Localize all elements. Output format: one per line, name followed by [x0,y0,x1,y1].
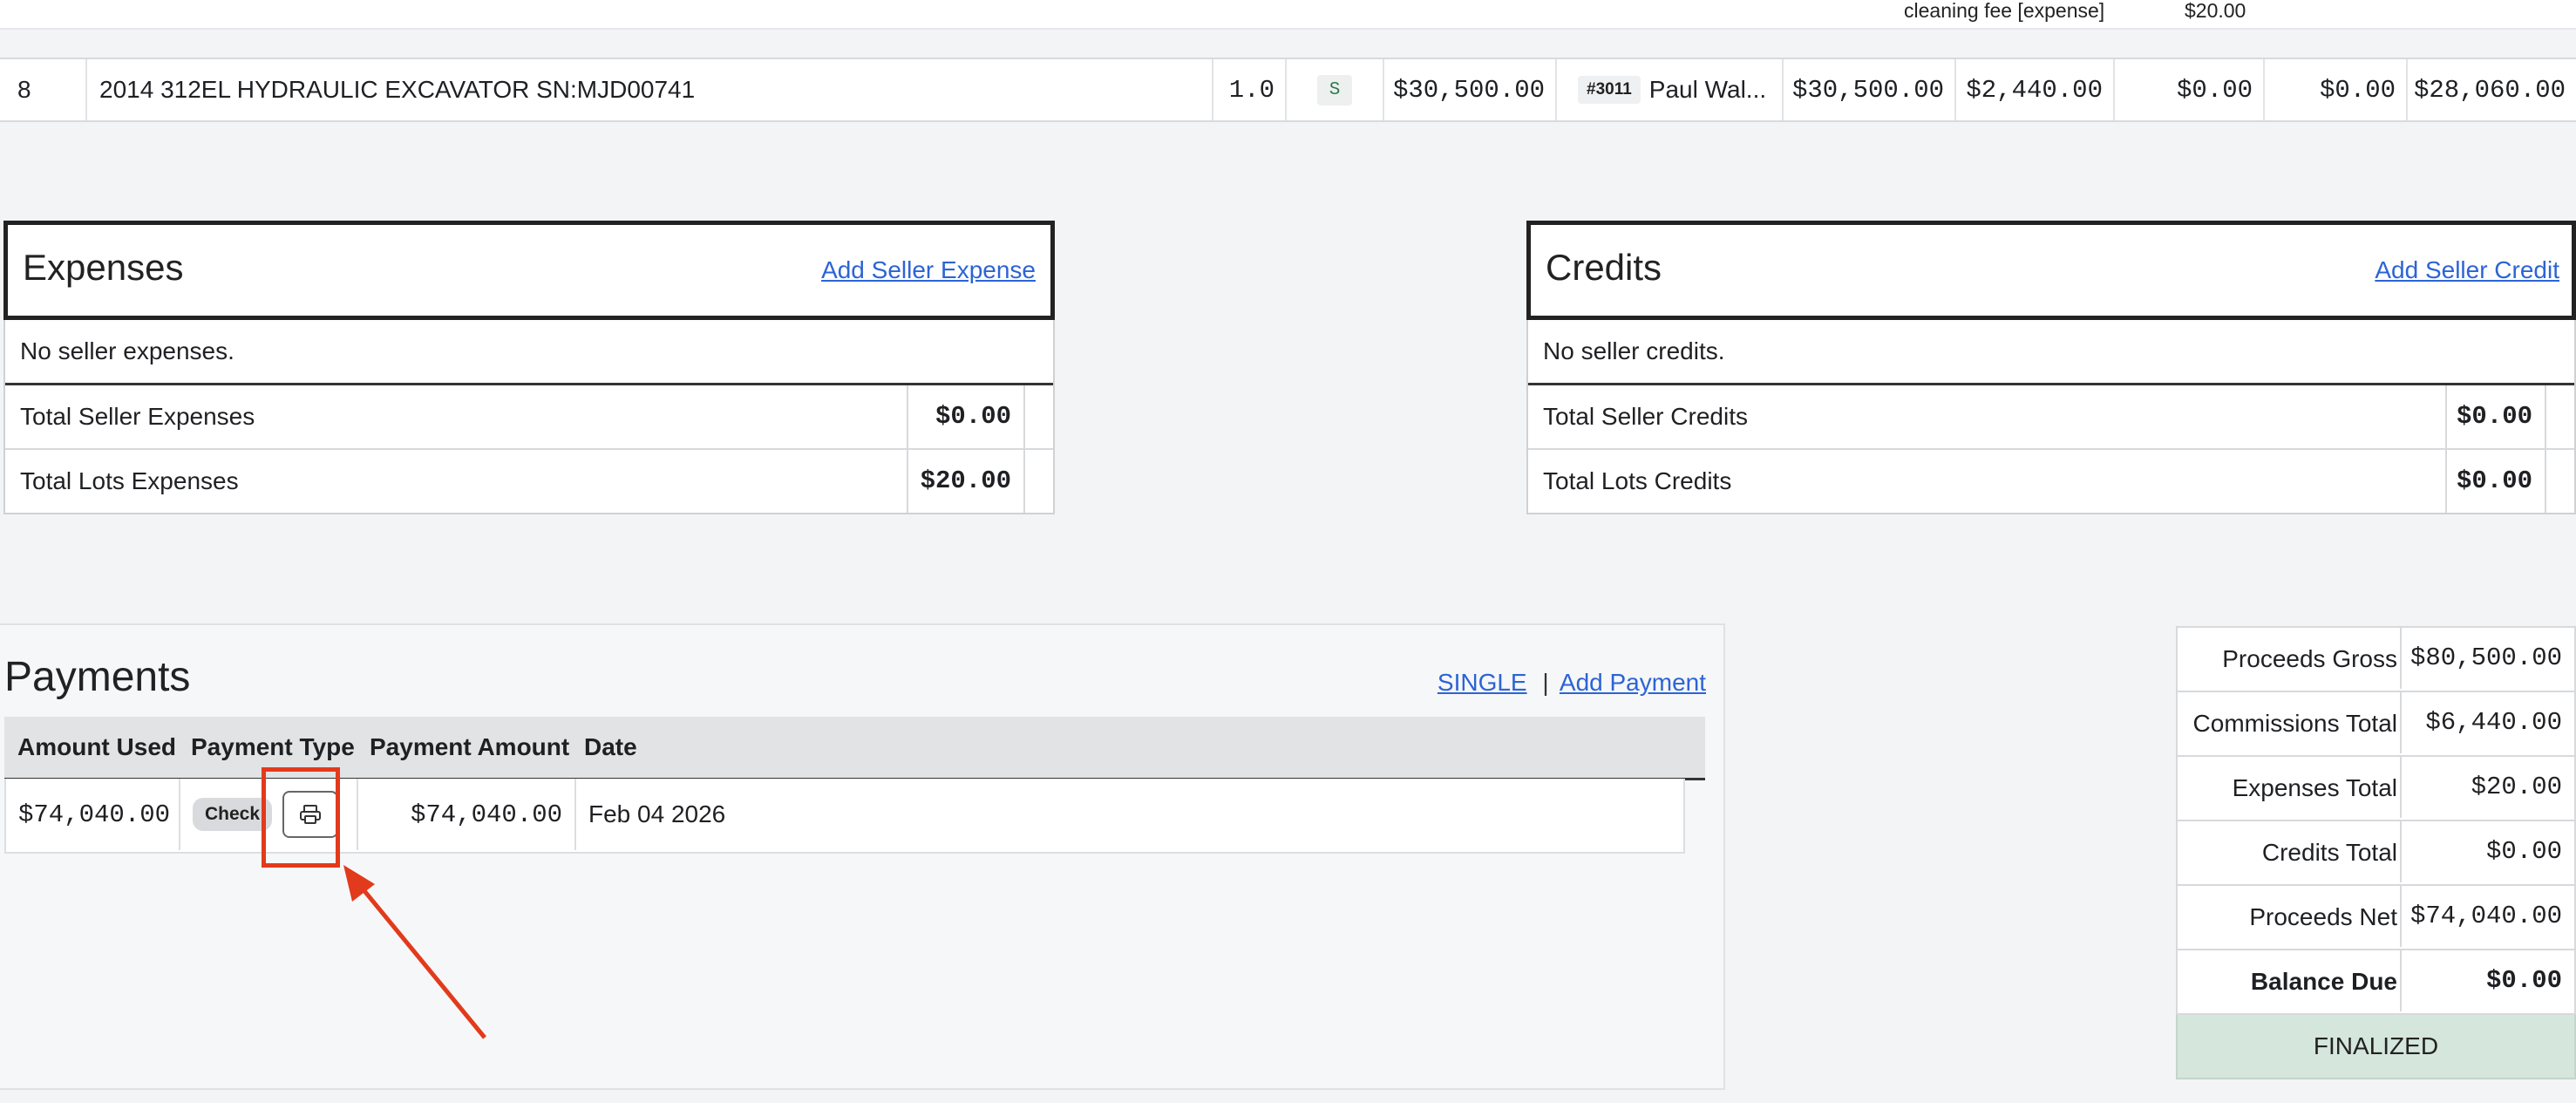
expense-line-label: cleaning fee [expense] [1904,0,2105,22]
expense-line-amount: $20.00 [2185,0,2246,22]
summary-value: $0.00 [2400,950,2574,1011]
expenses-header: Expenses Add Seller Expense [3,221,1055,320]
table-row[interactable]: 8 2014 312EL HYDRAULIC EXCAVATOR SN:MJD0… [0,58,2576,122]
total-seller-expenses-row: Total Seller Expenses $0.00 [5,385,1053,450]
col-date: Date [584,733,637,760]
total-seller-credits-label: Total Seller Credits [1543,403,1748,430]
buyer-number: #3011 [1578,76,1641,104]
payments-panel: Payments SINGLE | Add Payment Amount Use… [0,623,1725,1090]
row-spacer [2545,450,2576,513]
payments-table-header: Amount Used Payment Type Payment Amount … [4,717,1705,780]
expenses-panel: Expenses Add Seller Expense No seller ex… [3,221,1055,514]
summary-row-proceeds-net: Proceeds Net $74,040.00 [2176,886,2576,950]
credits-body: No seller credits. Total Seller Credits … [1526,320,2576,514]
lot-gross: $30,500.00 [1784,59,1956,120]
lot-detail-row-partial: cleaning fee [expense] $20.00 [0,0,2576,30]
total-lots-credits-label: Total Lots Credits [1543,467,1732,494]
total-seller-expenses-value: $0.00 [907,385,1023,448]
summary-label: Expenses Total [2232,774,2397,801]
settlement-summary: Proceeds Gross $80,500.00 Commissions To… [2176,626,2576,1079]
expenses-body: No seller expenses. Total Seller Expense… [3,320,1055,514]
summary-label: Proceeds Net [2249,903,2397,930]
expenses-empty-row: No seller expenses. [5,320,1053,385]
summary-row-commissions: Commissions Total $6,440.00 [2176,692,2576,757]
credits-title: Credits [1546,247,1662,288]
summary-value: $74,040.00 [2400,886,2574,947]
lot-commission: $2,440.00 [1956,59,2115,120]
payments-title: Payments [4,654,191,700]
row-spacer [1023,385,1055,448]
buyer-name: Paul Wal... [1648,76,1767,103]
payments-actions: SINGLE | Add Payment [1438,669,1706,697]
finalized-status-badge: FINALIZED [2176,1015,2576,1079]
col-payment-amount: Payment Amount [370,733,570,760]
lot-number: 8 [0,59,87,120]
lot-net: $28,060.00 [2413,75,2566,105]
summary-value: $80,500.00 [2400,628,2574,689]
credits-header: Credits Add Seller Credit [1526,221,2576,320]
annotation-highlight-box [262,767,340,868]
summary-label: Commissions Total [2192,710,2397,737]
annotation-arrow-icon [343,865,486,1039]
payment-type-badge: Check [193,798,273,831]
single-link[interactable]: SINGLE [1438,669,1527,696]
lot-credits: $0.00 [2265,59,2408,120]
payment-amount: $74,040.00 [358,779,576,850]
total-lots-expenses-label: Total Lots Expenses [20,467,239,494]
row-spacer [1023,450,1055,513]
total-seller-credits-value: $0.00 [2445,385,2545,448]
lot-expenses: $0.00 [2115,59,2265,120]
summary-label: Proceeds Gross [2222,645,2397,672]
summary-value: $20.00 [2400,757,2574,818]
expenses-empty-text: No seller expenses. [20,337,234,364]
total-lots-credits-row: Total Lots Credits $0.00 [1528,450,2574,513]
payment-amount-used: $74,040.00 [6,779,180,850]
total-seller-expenses-label: Total Seller Expenses [20,403,255,430]
link-separator: | [1542,669,1549,696]
total-seller-credits-row: Total Seller Credits $0.00 [1528,385,2574,450]
status-badge: S [1316,74,1353,106]
status-cell: S [1287,59,1384,120]
lot-description: 2014 312EL HYDRAULIC EXCAVATOR SN:MJD007… [87,59,1213,120]
summary-value: $0.00 [2400,821,2574,882]
credits-empty-row: No seller credits. [1528,320,2574,385]
summary-row-balance-due: Balance Due $0.00 [2176,950,2576,1015]
summary-row-credits: Credits Total $0.00 [2176,821,2576,886]
col-amount-used: Amount Used [17,733,176,760]
total-lots-credits-value: $0.00 [2445,450,2545,513]
summary-label: Balance Due [2250,968,2397,995]
add-seller-credit-link[interactable]: Add Seller Credit [2375,256,2559,284]
lot-quantity: 1.0 [1213,59,1287,120]
summary-row-proceeds-gross: Proceeds Gross $80,500.00 [2176,626,2576,692]
credits-panel: Credits Add Seller Credit No seller cred… [1526,221,2576,514]
summary-label: Credits Total [2261,839,2397,866]
add-payment-link[interactable]: Add Payment [1560,669,1706,696]
total-lots-expenses-row: Total Lots Expenses $20.00 [5,450,1053,513]
summary-value: $6,440.00 [2400,692,2574,753]
summary-row-expenses: Expenses Total $20.00 [2176,757,2576,821]
hammer-price: $30,500.00 [1383,59,1557,120]
total-lots-expenses-value: $20.00 [907,450,1023,513]
payment-date: Feb 04 2026 [588,800,726,827]
add-seller-expense-link[interactable]: Add Seller Expense [821,256,1036,284]
credits-empty-text: No seller credits. [1543,337,1725,364]
row-spacer [2545,385,2576,448]
expenses-title: Expenses [23,247,184,288]
table-row[interactable]: $74,040.00 Check $74,040.00 Feb 04 2026 [4,779,1685,854]
buyer-cell[interactable]: #3011 Paul Wal... [1557,59,1784,120]
